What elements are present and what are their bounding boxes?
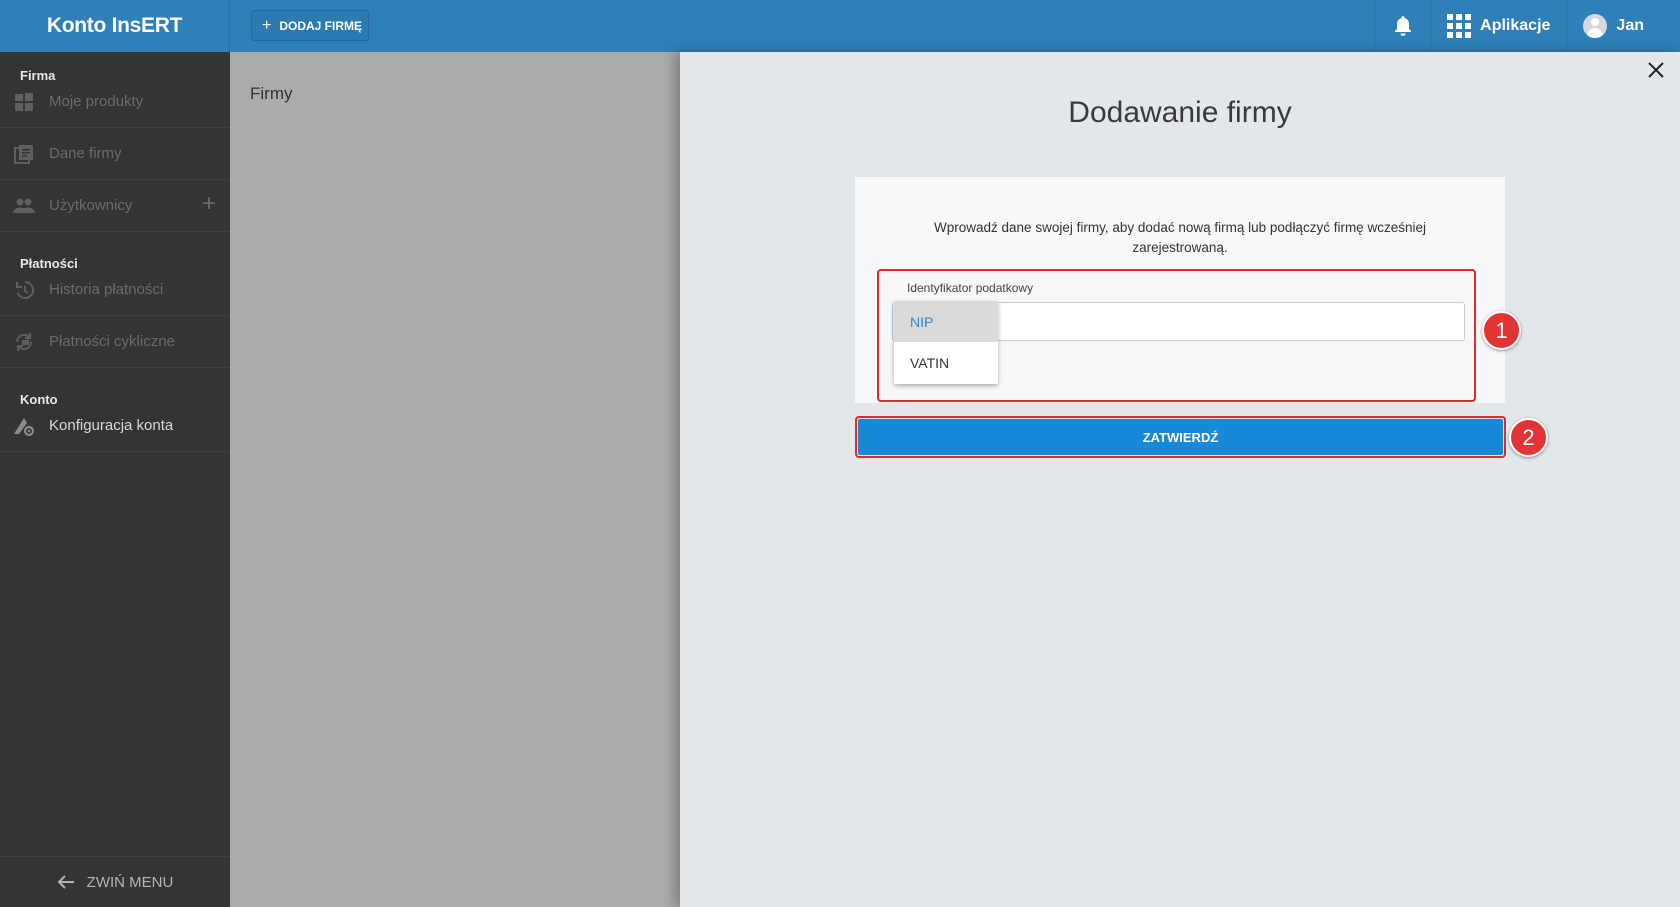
- recurring-payment-icon: [12, 330, 36, 354]
- add-company-panel: Dodawanie firmy Wprowadź dane swojej fir…: [680, 52, 1680, 907]
- sidebar-item-platnosci-cykliczne[interactable]: Płatności cykliczne: [0, 316, 230, 368]
- widgets-icon: [12, 90, 36, 114]
- sidebar-item-label: Dane firmy: [49, 145, 122, 162]
- notifications-button[interactable]: [1374, 0, 1430, 52]
- submit-button[interactable]: ZATWIERDŹ: [858, 419, 1503, 455]
- form-card: Wprowadź dane swojej firmy, aby dodać no…: [855, 177, 1505, 403]
- dropdown-option-nip[interactable]: NIP: [894, 301, 998, 342]
- sidebar-item-label: Moje produkty: [49, 93, 144, 110]
- sidebar-item-moje-produkty[interactable]: Moje produkty: [0, 76, 230, 128]
- sidebar: Firma Moje produkty Dane firmy Użytkowni…: [0, 52, 230, 907]
- apps-grid-icon: [1447, 14, 1472, 38]
- arrow-left-icon: [57, 875, 74, 889]
- submit-highlight: ZATWIERDŹ: [855, 416, 1506, 458]
- document-list-icon: [12, 142, 36, 166]
- sidebar-item-uzytkownicy[interactable]: Użytkownicy +: [0, 180, 230, 232]
- top-bar: Konto InsERT + DODAJ FIRMĘ Aplikacje Jan: [0, 0, 1680, 52]
- sidebar-item-label: Użytkownicy: [49, 197, 133, 214]
- close-icon[interactable]: [1644, 58, 1668, 82]
- step-badge-1: 1: [1482, 311, 1521, 350]
- intro-text: Wprowadź dane swojej firmy, aby dodać no…: [934, 220, 1426, 255]
- tax-id-highlight: Identyfikator podatkowy NIP VATIN: [877, 269, 1476, 402]
- add-company-label: DODAJ FIRMĘ: [279, 18, 363, 33]
- tax-id-label: Identyfikator podatkowy: [907, 281, 1034, 295]
- tax-id-type-dropdown: NIP VATIN: [894, 301, 998, 384]
- sidebar-section-konto: Konto: [20, 392, 58, 407]
- bell-icon: [1394, 16, 1411, 36]
- collapse-menu-button[interactable]: ZWIŃ MENU: [0, 856, 230, 907]
- step-badge-2: 2: [1509, 418, 1548, 457]
- user-name: Jan: [1616, 17, 1644, 34]
- history-icon: [12, 278, 36, 302]
- page-title: Firmy: [250, 84, 293, 103]
- sidebar-item-label: Konfiguracja konta: [49, 417, 174, 434]
- users-icon: [12, 194, 36, 218]
- add-company-button[interactable]: + DODAJ FIRMĘ: [251, 10, 369, 41]
- modal-title: Dodawanie firmy: [1068, 96, 1292, 129]
- sidebar-item-historia-platnosci[interactable]: Historia płatności: [0, 264, 230, 316]
- add-user-icon[interactable]: +: [202, 192, 216, 216]
- plus-icon: +: [262, 16, 272, 34]
- topbar-actions: Aplikacje Jan: [1374, 0, 1680, 52]
- sidebar-item-dane-firmy[interactable]: Dane firmy: [0, 128, 230, 180]
- apps-label: Aplikacje: [1480, 17, 1551, 34]
- sidebar-item-konfiguracja-konta[interactable]: Konfiguracja konta: [0, 400, 230, 452]
- sidebar-section-platnosci: Płatności: [20, 256, 78, 271]
- dropdown-option-vatin[interactable]: VATIN: [894, 342, 998, 383]
- collapse-menu-label: ZWIŃ MENU: [86, 873, 174, 891]
- avatar-icon: [1583, 14, 1608, 38]
- sidebar-item-label: Historia płatności: [49, 281, 164, 298]
- user-menu-button[interactable]: Jan: [1566, 0, 1680, 52]
- sidebar-section-firma: Firma: [20, 68, 56, 83]
- account-settings-icon: [12, 414, 36, 438]
- sidebar-item-label: Płatności cykliczne: [49, 333, 175, 350]
- apps-menu-button[interactable]: Aplikacje: [1430, 0, 1566, 52]
